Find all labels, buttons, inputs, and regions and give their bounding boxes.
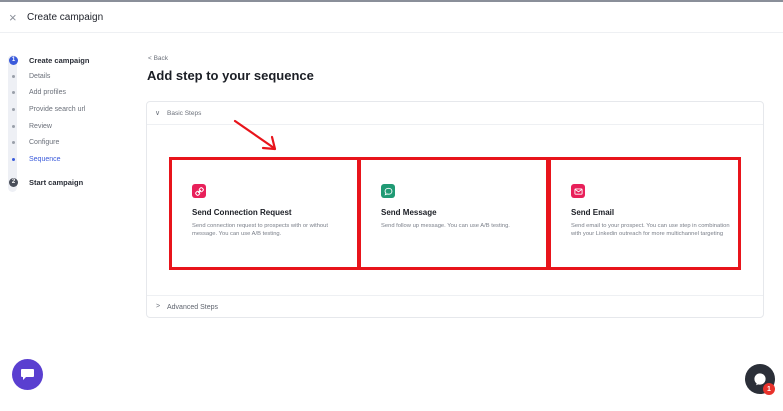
sub-step-sequence[interactable]: Sequence bbox=[9, 154, 129, 164]
sub-step-add-profiles[interactable]: Add profiles bbox=[9, 87, 129, 97]
step-dot-icon bbox=[12, 124, 15, 128]
sub-step-label: Configure bbox=[29, 138, 60, 146]
back-link[interactable]: < Back bbox=[148, 55, 168, 62]
option-title: Send Connection Request bbox=[192, 208, 292, 217]
chevron-right-icon: > bbox=[156, 303, 161, 310]
sub-step-review[interactable]: Review bbox=[9, 121, 129, 131]
option-send-message[interactable]: Send Message Send follow up message. You… bbox=[358, 157, 549, 270]
sub-step-label: Add profiles bbox=[29, 88, 66, 96]
header-title: Create campaign bbox=[27, 12, 104, 23]
step-create-campaign[interactable]: 1 Create campaign bbox=[9, 54, 129, 66]
option-send-email[interactable]: Send Email Send email to your prospect. … bbox=[548, 157, 741, 270]
step-number-badge: 2 bbox=[9, 177, 18, 187]
link-icon bbox=[192, 184, 206, 198]
sub-step-label: Provide search url bbox=[29, 105, 86, 113]
step-label: Create campaign bbox=[29, 55, 90, 65]
option-description: Send email to your prospect. You can use… bbox=[571, 223, 730, 238]
step-dot-icon bbox=[12, 140, 15, 144]
step-label: Start campaign bbox=[29, 177, 84, 187]
chat-bubble-icon bbox=[381, 184, 395, 198]
step-number-badge: 1 bbox=[9, 55, 18, 65]
sub-step-provide-search-url[interactable]: Provide search url bbox=[9, 104, 129, 114]
page-title: Add step to your sequence bbox=[147, 68, 314, 83]
sub-step-label: Review bbox=[29, 122, 52, 130]
step-dot-icon bbox=[12, 90, 15, 94]
option-title: Send Email bbox=[571, 208, 615, 217]
option-title: Send Message bbox=[381, 208, 437, 217]
basic-steps-label: Basic Steps bbox=[167, 110, 202, 117]
option-description: Send connection request to prospects wit… bbox=[192, 223, 328, 238]
advanced-steps-label: Advanced Steps bbox=[167, 304, 218, 311]
advanced-steps-toggle[interactable]: > Advanced Steps bbox=[147, 295, 763, 318]
sub-step-configure[interactable]: Configure bbox=[9, 137, 129, 147]
option-send-connection-request[interactable]: Send Connection Request Send connection … bbox=[169, 157, 360, 270]
chat-widget-button[interactable] bbox=[12, 359, 43, 390]
chat-icon bbox=[21, 369, 34, 380]
option-description: Send follow up message. You can use A/B … bbox=[381, 223, 510, 229]
step-dot-icon bbox=[12, 107, 15, 111]
sub-step-label: Sequence bbox=[29, 155, 61, 163]
red-arrow-icon bbox=[233, 119, 277, 151]
page-header: × Create campaign bbox=[0, 2, 783, 33]
step-dot-icon bbox=[12, 157, 15, 161]
step-start-campaign[interactable]: 2 Start campaign bbox=[9, 176, 129, 188]
sub-step-label: Details bbox=[29, 72, 51, 80]
step-dot-icon bbox=[12, 74, 15, 78]
chevron-down-icon: ∨ bbox=[155, 110, 161, 117]
close-icon[interactable]: × bbox=[9, 11, 20, 24]
sub-step-details[interactable]: Details bbox=[9, 71, 129, 81]
mail-icon bbox=[571, 184, 585, 198]
notification-badge: 1 bbox=[763, 383, 775, 395]
